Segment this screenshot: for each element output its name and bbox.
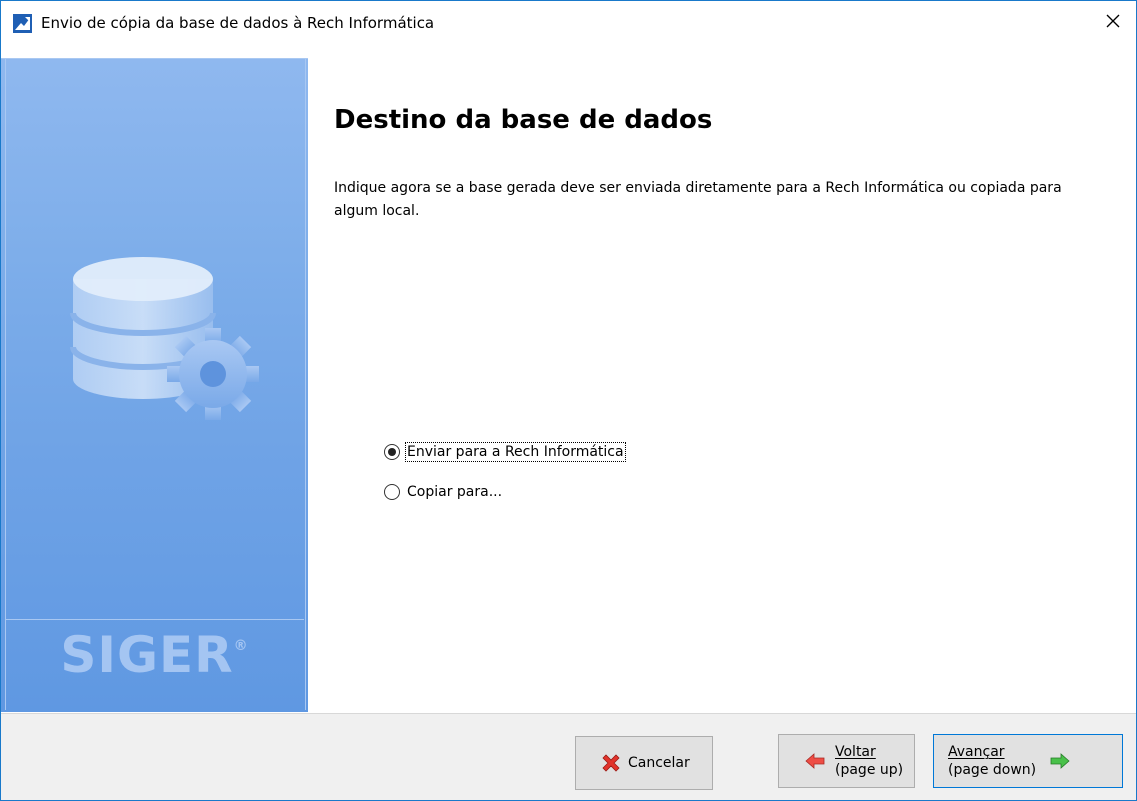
radio-enviar-label[interactable]: Enviar para a Rech Informática — [405, 442, 626, 462]
green-right-arrow-icon — [1050, 753, 1070, 769]
brand-divider — [5, 619, 304, 620]
close-button[interactable] — [1090, 1, 1136, 45]
page-description: Indique agora se a base gerada deve ser … — [334, 180, 1062, 219]
radio-enviar[interactable]: Enviar para a Rech Informática — [384, 441, 626, 463]
title-bar: Envio de cópia da base de dados à Rech I… — [1, 1, 1136, 45]
radio-copiar-label[interactable]: Copiar para... — [407, 484, 502, 500]
siger-logo: SIGER® — [60, 626, 249, 684]
next-button[interactable]: Avançar (page down) — [933, 734, 1123, 788]
cancel-button[interactable]: Cancelar — [575, 736, 713, 790]
wizard-banner: SIGER® — [1, 58, 308, 712]
radio-button-checked[interactable] — [384, 444, 400, 460]
footer-bar: Cancelar Voltar (page up) Avançar (page … — [1, 713, 1136, 800]
next-label-line1: Avançar — [948, 744, 1005, 760]
back-button[interactable]: Voltar (page up) — [778, 734, 915, 788]
page-title: Destino da base de dados — [334, 105, 713, 135]
database-gear-icon — [70, 257, 259, 420]
cancel-label: Cancelar — [628, 755, 690, 771]
next-label-line2: (page down) — [948, 762, 1037, 778]
close-icon — [1105, 13, 1121, 33]
back-label: Voltar (page up) — [835, 743, 903, 779]
red-x-icon — [602, 754, 620, 772]
app-icon — [13, 14, 32, 33]
radio-copiar[interactable]: Copiar para... — [384, 481, 502, 503]
window-title: Envio de cópia da base de dados à Rech I… — [41, 14, 435, 32]
back-label-line2: (page up) — [835, 762, 904, 778]
radio-button-unchecked[interactable] — [384, 484, 400, 500]
next-label: Avançar (page down) — [948, 743, 1036, 779]
back-label-line1: Voltar — [835, 744, 876, 760]
red-left-arrow-icon — [805, 753, 825, 769]
wizard-window: Envio de cópia da base de dados à Rech I… — [0, 0, 1137, 801]
